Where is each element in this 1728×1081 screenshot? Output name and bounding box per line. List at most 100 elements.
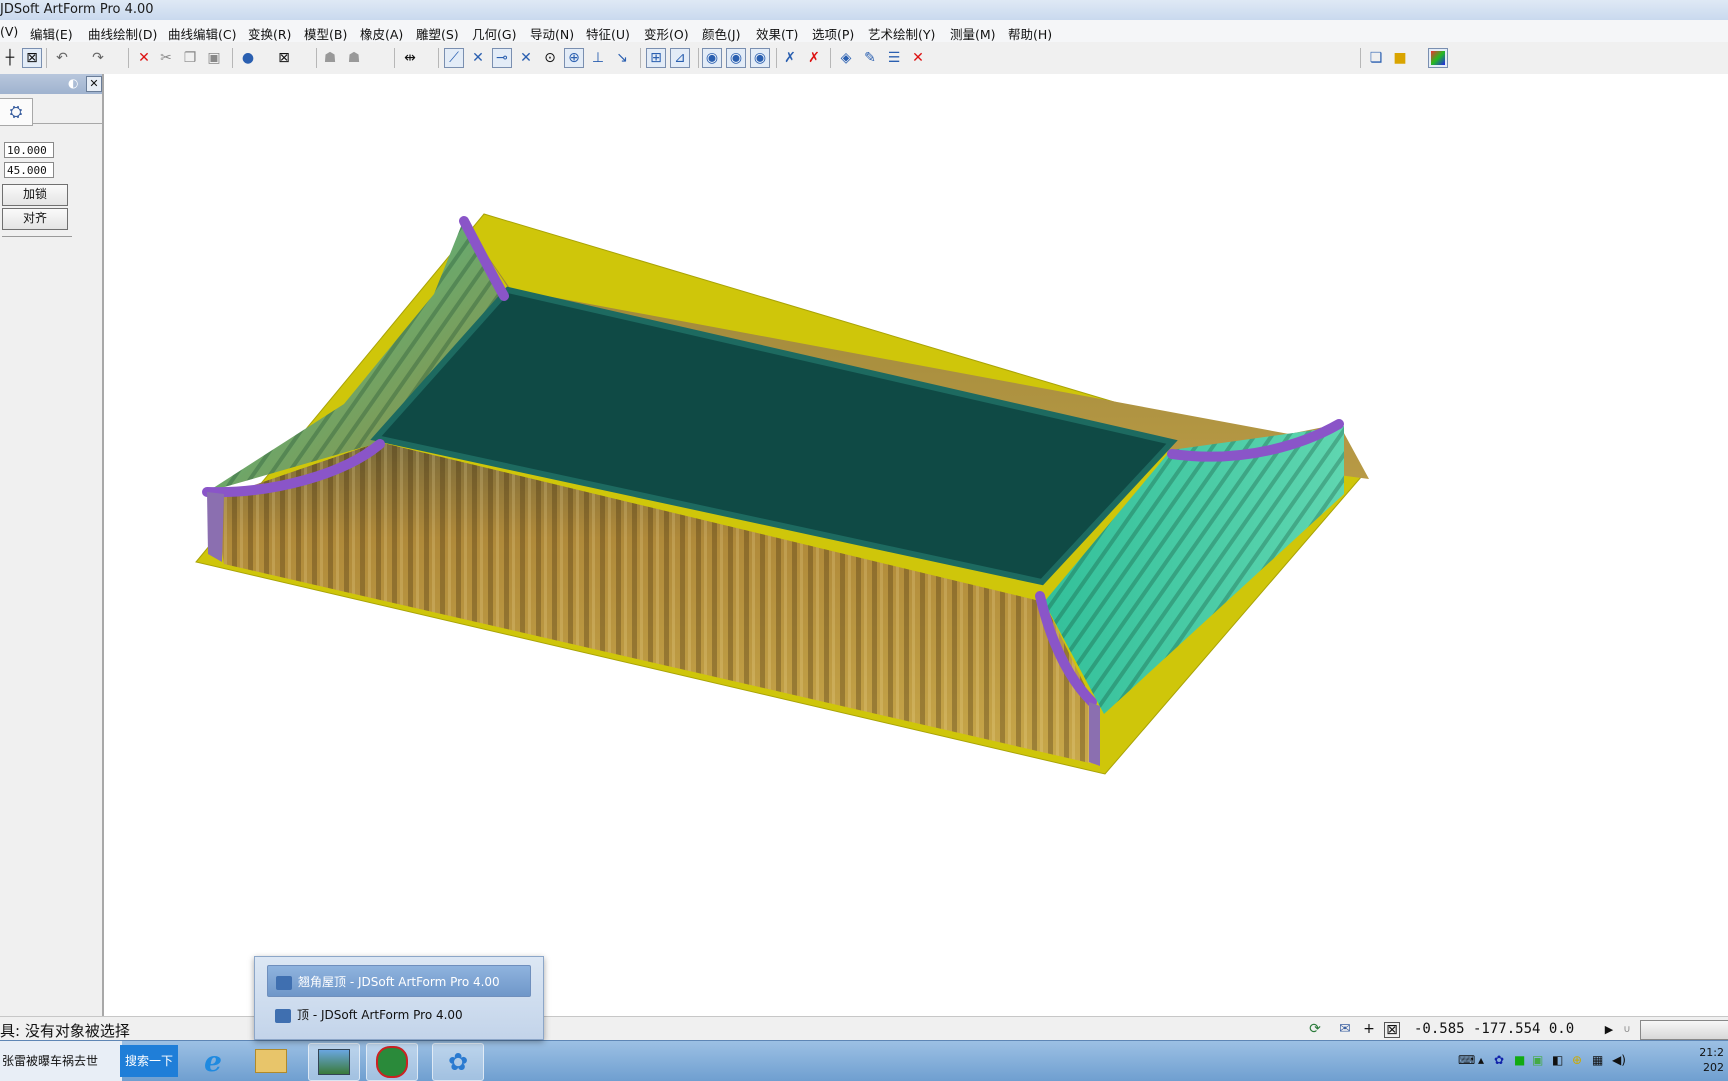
menu-curve-draw[interactable]: 曲线绘制(D) [88,24,157,43]
menu-deform[interactable]: 变形(O) [644,24,689,43]
grid-icon[interactable]: ⊞ [646,48,666,68]
mask2-icon[interactable]: ☗ [344,48,364,68]
news-ticker[interactable]: 张雷被曝车祸去世 [0,1041,122,1081]
lock-button[interactable]: 加锁 [2,184,68,206]
line-tool-icon[interactable]: ⟋ [444,48,464,68]
sphere-icon[interactable]: ● [238,48,258,68]
menu-eraser[interactable]: 橡皮(A) [360,24,403,43]
crosshair-icon[interactable]: ┼ [0,48,20,68]
toolbar-separator [1360,48,1361,68]
photo-app-icon[interactable] [308,1043,360,1081]
explorer-icon[interactable] [246,1043,296,1079]
menu-sweep[interactable]: 导动(N) [530,24,574,43]
pin-icon[interactable]: ◐ [68,76,78,90]
artform-icon [275,1008,291,1023]
paste-icon[interactable]: ▣ [204,48,224,68]
search-button[interactable]: 搜索一下 [120,1045,178,1077]
tab-divider [32,123,102,124]
menu-geometry[interactable]: 几何(G) [472,24,516,43]
fit-icon[interactable]: ⊠ [1384,1022,1400,1038]
quadrant-icon[interactable]: ⊕ [564,48,584,68]
value-field-1[interactable]: 10.000 [4,142,54,158]
nvidia-icon[interactable]: ▣ [1532,1053,1543,1067]
close-red-icon[interactable]: ✕ [908,48,928,68]
3d-viewport[interactable] [104,74,1728,1014]
network-icon[interactable]: ▦ [1592,1053,1603,1067]
menu-options[interactable]: 选项(P) [812,24,854,43]
copy-icon[interactable]: ❐ [180,48,200,68]
color-swatch-icon[interactable]: ■ [1390,48,1410,68]
scroll-icon[interactable]: ✉ [1336,1020,1354,1038]
menu-help[interactable]: 帮助(H) [1008,24,1052,43]
window-title: JDSoft ArtForm Pro 4.00 [0,2,154,17]
align-button[interactable]: 对齐 [2,208,68,230]
panel-tab[interactable]: ⛭ [0,98,33,126]
unpick-icon[interactable]: ✗ [804,48,824,68]
pen-icon[interactable]: ✎ [860,48,880,68]
artform-icon [276,975,292,990]
eye2-icon[interactable]: ◉ [726,48,746,68]
menu-color[interactable]: 颜色(J) [702,24,740,43]
toolbar-separator [438,48,439,68]
undo-icon[interactable]: ↶ [52,48,72,68]
play-icon[interactable]: ▶ [1600,1020,1618,1038]
tray-arrow-icon[interactable]: ▴ [1478,1053,1484,1067]
roof-model [195,213,1369,775]
cut-icon[interactable]: ✂ [156,48,176,68]
midpoint-icon[interactable]: ⊸ [492,48,512,68]
clock[interactable]: 21:2 202 [1699,1045,1724,1075]
palette-icon[interactable] [1428,48,1448,68]
crosshair-icon[interactable]: + [1360,1020,1378,1038]
window-item-top[interactable]: 顶 - JDSoft ArtForm Pro 4.00 [267,999,531,1031]
menu-curve-edit[interactable]: 曲线编辑(C) [168,24,236,43]
value-field-2[interactable]: 45.000 [4,162,54,178]
list-icon[interactable]: ☰ [884,48,904,68]
eye3-icon[interactable]: ◉ [750,48,770,68]
snap-icon[interactable]: ⇹ [400,48,420,68]
menu-bar: (V) 编辑(E) 曲线绘制(D) 曲线编辑(C) 变换(R) 模型(B) 橡皮… [0,20,1728,42]
redo-icon[interactable]: ↷ [88,48,108,68]
ortho-icon[interactable]: ⊿ [670,48,690,68]
toolbar-separator [46,48,47,68]
plus-icon[interactable]: ⊕ [1572,1053,1582,1067]
intersect-icon[interactable]: ✕ [468,48,488,68]
keyboard-icon[interactable]: ⌨ [1458,1053,1475,1067]
window-item-roof[interactable]: 翘角屋顶 - JDSoft ArtForm Pro 4.00 [267,965,531,997]
menu-art-draw[interactable]: 艺术绘制(Y) [868,24,935,43]
refresh-icon[interactable]: ⟳ [1306,1020,1324,1038]
tray-app-icon[interactable]: ■ [1514,1053,1525,1067]
eye-icon[interactable]: ◉ [702,48,722,68]
perpendicular-icon[interactable]: ⊥ [588,48,608,68]
ie-icon[interactable]: e [188,1043,238,1079]
menu-sculpt[interactable]: 雕塑(S) [416,24,459,43]
center-icon[interactable]: ⊙ [540,48,560,68]
menu-feature[interactable]: 特征(U) [586,24,630,43]
wifi-icon[interactable]: ◧ [1552,1053,1563,1067]
fit-view-icon[interactable]: ⊠ [22,48,42,68]
view-icon[interactable]: ◈ [836,48,856,68]
pick-icon[interactable]: ✗ [780,48,800,68]
cloud-app-icon[interactable]: ✿ [432,1043,484,1081]
box-select-icon[interactable]: ⊠ [274,48,294,68]
menu-view[interactable]: (V) [0,24,18,39]
coordinates-readout: -0.585 -177.554 0.0 [1414,1021,1575,1037]
menu-model[interactable]: 模型(B) [304,24,347,43]
toolbar-separator [776,48,777,68]
system-tray: ⌨ ▴ ✿ ■ ▣ ◧ ⊕ ▦ ◀) 21:2 202 [1428,1041,1728,1081]
menu-effect[interactable]: 效果(T) [756,24,798,43]
mask-icon[interactable]: ☗ [320,48,340,68]
volume-icon[interactable]: ◀) [1612,1053,1626,1067]
cross-icon[interactable]: ✕ [516,48,536,68]
delete-icon[interactable]: ✕ [134,48,154,68]
menu-transform[interactable]: 变换(R) [248,24,291,43]
title-bar: JDSoft ArtForm Pro 4.00 [0,0,1728,21]
menu-edit[interactable]: 编辑(E) [30,24,73,43]
toolbar-separator [830,48,831,68]
close-icon[interactable]: ✕ [86,76,102,92]
tangent-icon[interactable]: ↘ [612,48,632,68]
menu-measure[interactable]: 测量(M) [950,24,996,43]
layers-icon[interactable]: ❏ [1366,48,1386,68]
artform-app-icon[interactable] [366,1043,418,1081]
taskbar-window-list: 翘角屋顶 - JDSoft ArtForm Pro 4.00 顶 - JDSof… [254,956,544,1040]
cloud-icon[interactable]: ✿ [1494,1053,1504,1067]
